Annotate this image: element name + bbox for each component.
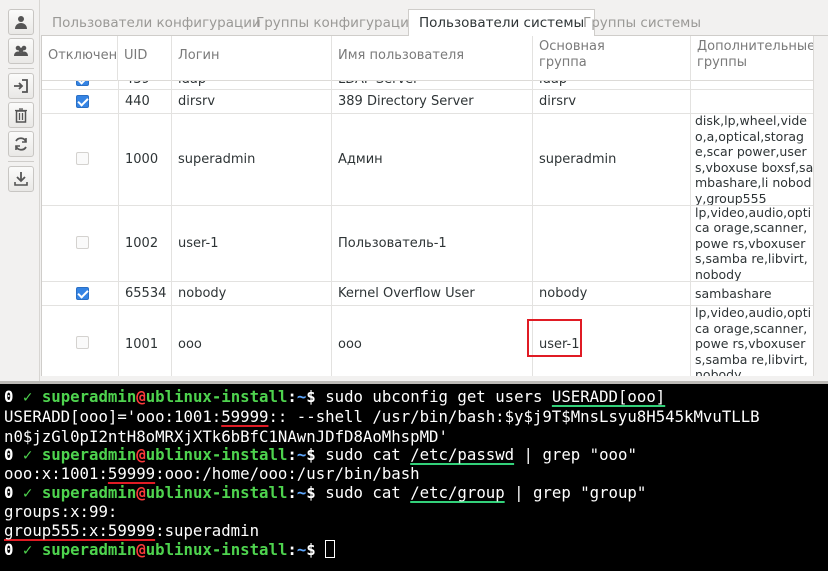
primary-group-cell xyxy=(533,206,691,281)
header-username[interactable]: Имя пользователя xyxy=(332,36,533,81)
username-cell: ooo xyxy=(332,306,533,376)
primary-group-cell: superadmin xyxy=(533,114,691,205)
side-toolbar xyxy=(0,0,40,384)
terminal-line: 0 ✓ superadmin@ublinux-install:~$ sudo c… xyxy=(4,445,637,464)
table-header: Отключен UID Логин Имя пользователя Осно… xyxy=(42,36,813,81)
download-button[interactable] xyxy=(8,166,34,192)
table-row[interactable]: 1001 ooo ooo user-1 lp,video,audio,optic… xyxy=(42,306,813,376)
terminal[interactable]: 0 ✓ superadmin@ublinux-install:~$ sudo u… xyxy=(0,384,828,571)
delete-button[interactable] xyxy=(8,102,34,128)
group-button[interactable] xyxy=(8,38,34,64)
tab-system-groups[interactable]: Группы системы xyxy=(583,12,701,36)
header-disabled[interactable]: Отключен xyxy=(42,36,118,81)
username-cell: Админ xyxy=(332,114,533,205)
terminal-line: group555:x:59999:superadmin xyxy=(4,521,260,540)
disabled-checkbox[interactable] xyxy=(76,287,89,300)
username-cell: 389 Directory Server xyxy=(332,90,533,113)
terminal-line: 0 ✓ superadmin@ublinux-install:~$ sudo u… xyxy=(4,387,666,406)
header-uid[interactable]: UID xyxy=(118,36,172,81)
terminal-line: ooo:x:1001:59999:ooo:/home/ooo:/usr/bin/… xyxy=(4,464,420,483)
terminal-prompt-line[interactable]: 0 ✓ superadmin@ublinux-install:~$ xyxy=(4,540,336,560)
tab-config-users[interactable]: Пользователи конфигурации xyxy=(52,12,261,36)
download-icon xyxy=(14,172,28,186)
uid-cell: 1000 xyxy=(118,114,172,205)
header-primary-group[interactable]: Основная группа xyxy=(533,36,691,81)
disabled-checkbox[interactable] xyxy=(76,95,89,108)
disabled-checkbox[interactable] xyxy=(76,336,89,349)
users-table: 439 ldap LDAP Server ldap 440 dirsrv 389… xyxy=(41,36,813,376)
refresh-icon xyxy=(15,137,27,151)
sign-in-icon xyxy=(14,79,28,93)
uid-cell: 65534 xyxy=(118,282,172,305)
login-cell: ooo xyxy=(172,306,332,376)
disabled-checkbox[interactable] xyxy=(76,152,89,165)
login-cell: dirsrv xyxy=(172,90,332,113)
terminal-cursor xyxy=(325,540,336,558)
header-primary-group-label: Основная группа xyxy=(539,39,605,70)
extra-groups-cell xyxy=(691,90,813,113)
extra-groups-cell: lp,video,audio,optica orage,scanner,powe… xyxy=(695,206,812,281)
tab-config-groups[interactable]: Группы конфигурации xyxy=(256,12,418,36)
table-row[interactable]: 440 dirsrv 389 Directory Server dirsrv xyxy=(42,90,813,114)
tab-system-users[interactable]: Пользователи системы xyxy=(408,9,596,37)
trash-icon xyxy=(15,108,27,123)
table-row[interactable]: 65534 nobody Kernel Overflow User nobody… xyxy=(42,282,813,306)
uid-cell: 1001 xyxy=(118,306,172,376)
users-manager-window: Пользователи конфигурации Группы конфигу… xyxy=(0,0,828,384)
primary-group-cell: dirsrv xyxy=(533,90,691,113)
terminal-line: USERADD[ooo]='ooo:1001:59999:: --shell /… xyxy=(4,407,760,426)
header-login[interactable]: Логин xyxy=(172,36,332,81)
disabled-checkbox[interactable] xyxy=(76,236,89,249)
terminal-line: n0$jzGl0pI2ntH8oMRXjXTk6bBfC1NAwnJDfD8Ao… xyxy=(4,427,448,446)
highlight-box xyxy=(527,319,582,357)
extra-groups-cell: lp,video,audio,optica orage,scanner,powe… xyxy=(695,306,812,376)
extra-groups-cell: disk,lp,wheel,video,a,optical,storage,sc… xyxy=(695,114,813,205)
users-group-icon xyxy=(14,45,28,56)
user-button[interactable] xyxy=(8,9,34,35)
primary-group-cell: nobody xyxy=(533,282,691,305)
extra-groups-cell: sambashare xyxy=(695,285,772,301)
login-cell: nobody xyxy=(172,282,332,305)
username-cell: Пользователь-1 xyxy=(332,206,533,281)
table-row[interactable]: 1000 superadmin Админ superadmin disk,lp… xyxy=(42,114,813,206)
terminal-line: groups:x:99: xyxy=(4,502,118,521)
terminal-line: 0 ✓ superadmin@ublinux-install:~$ sudo c… xyxy=(4,483,647,502)
header-extra-groups-label: Дополнительные группы xyxy=(697,39,813,70)
user-icon xyxy=(15,16,27,29)
refresh-button[interactable] xyxy=(8,131,34,157)
login-cell: superadmin xyxy=(172,114,332,205)
uid-cell: 1002 xyxy=(118,206,172,281)
username-cell: Kernel Overflow User xyxy=(332,282,533,305)
table-row[interactable]: 1002 user-1 Пользователь-1 lp,video,audi… xyxy=(42,206,813,282)
uid-cell: 440 xyxy=(118,90,172,113)
vertical-scrollbar[interactable] xyxy=(813,36,828,376)
sign-in-button[interactable] xyxy=(8,73,34,99)
login-cell: user-1 xyxy=(172,206,332,281)
header-extra-groups[interactable]: Дополнительные группы xyxy=(691,36,813,81)
tab-bar: Пользователи конфигурации Группы конфигу… xyxy=(41,9,828,37)
